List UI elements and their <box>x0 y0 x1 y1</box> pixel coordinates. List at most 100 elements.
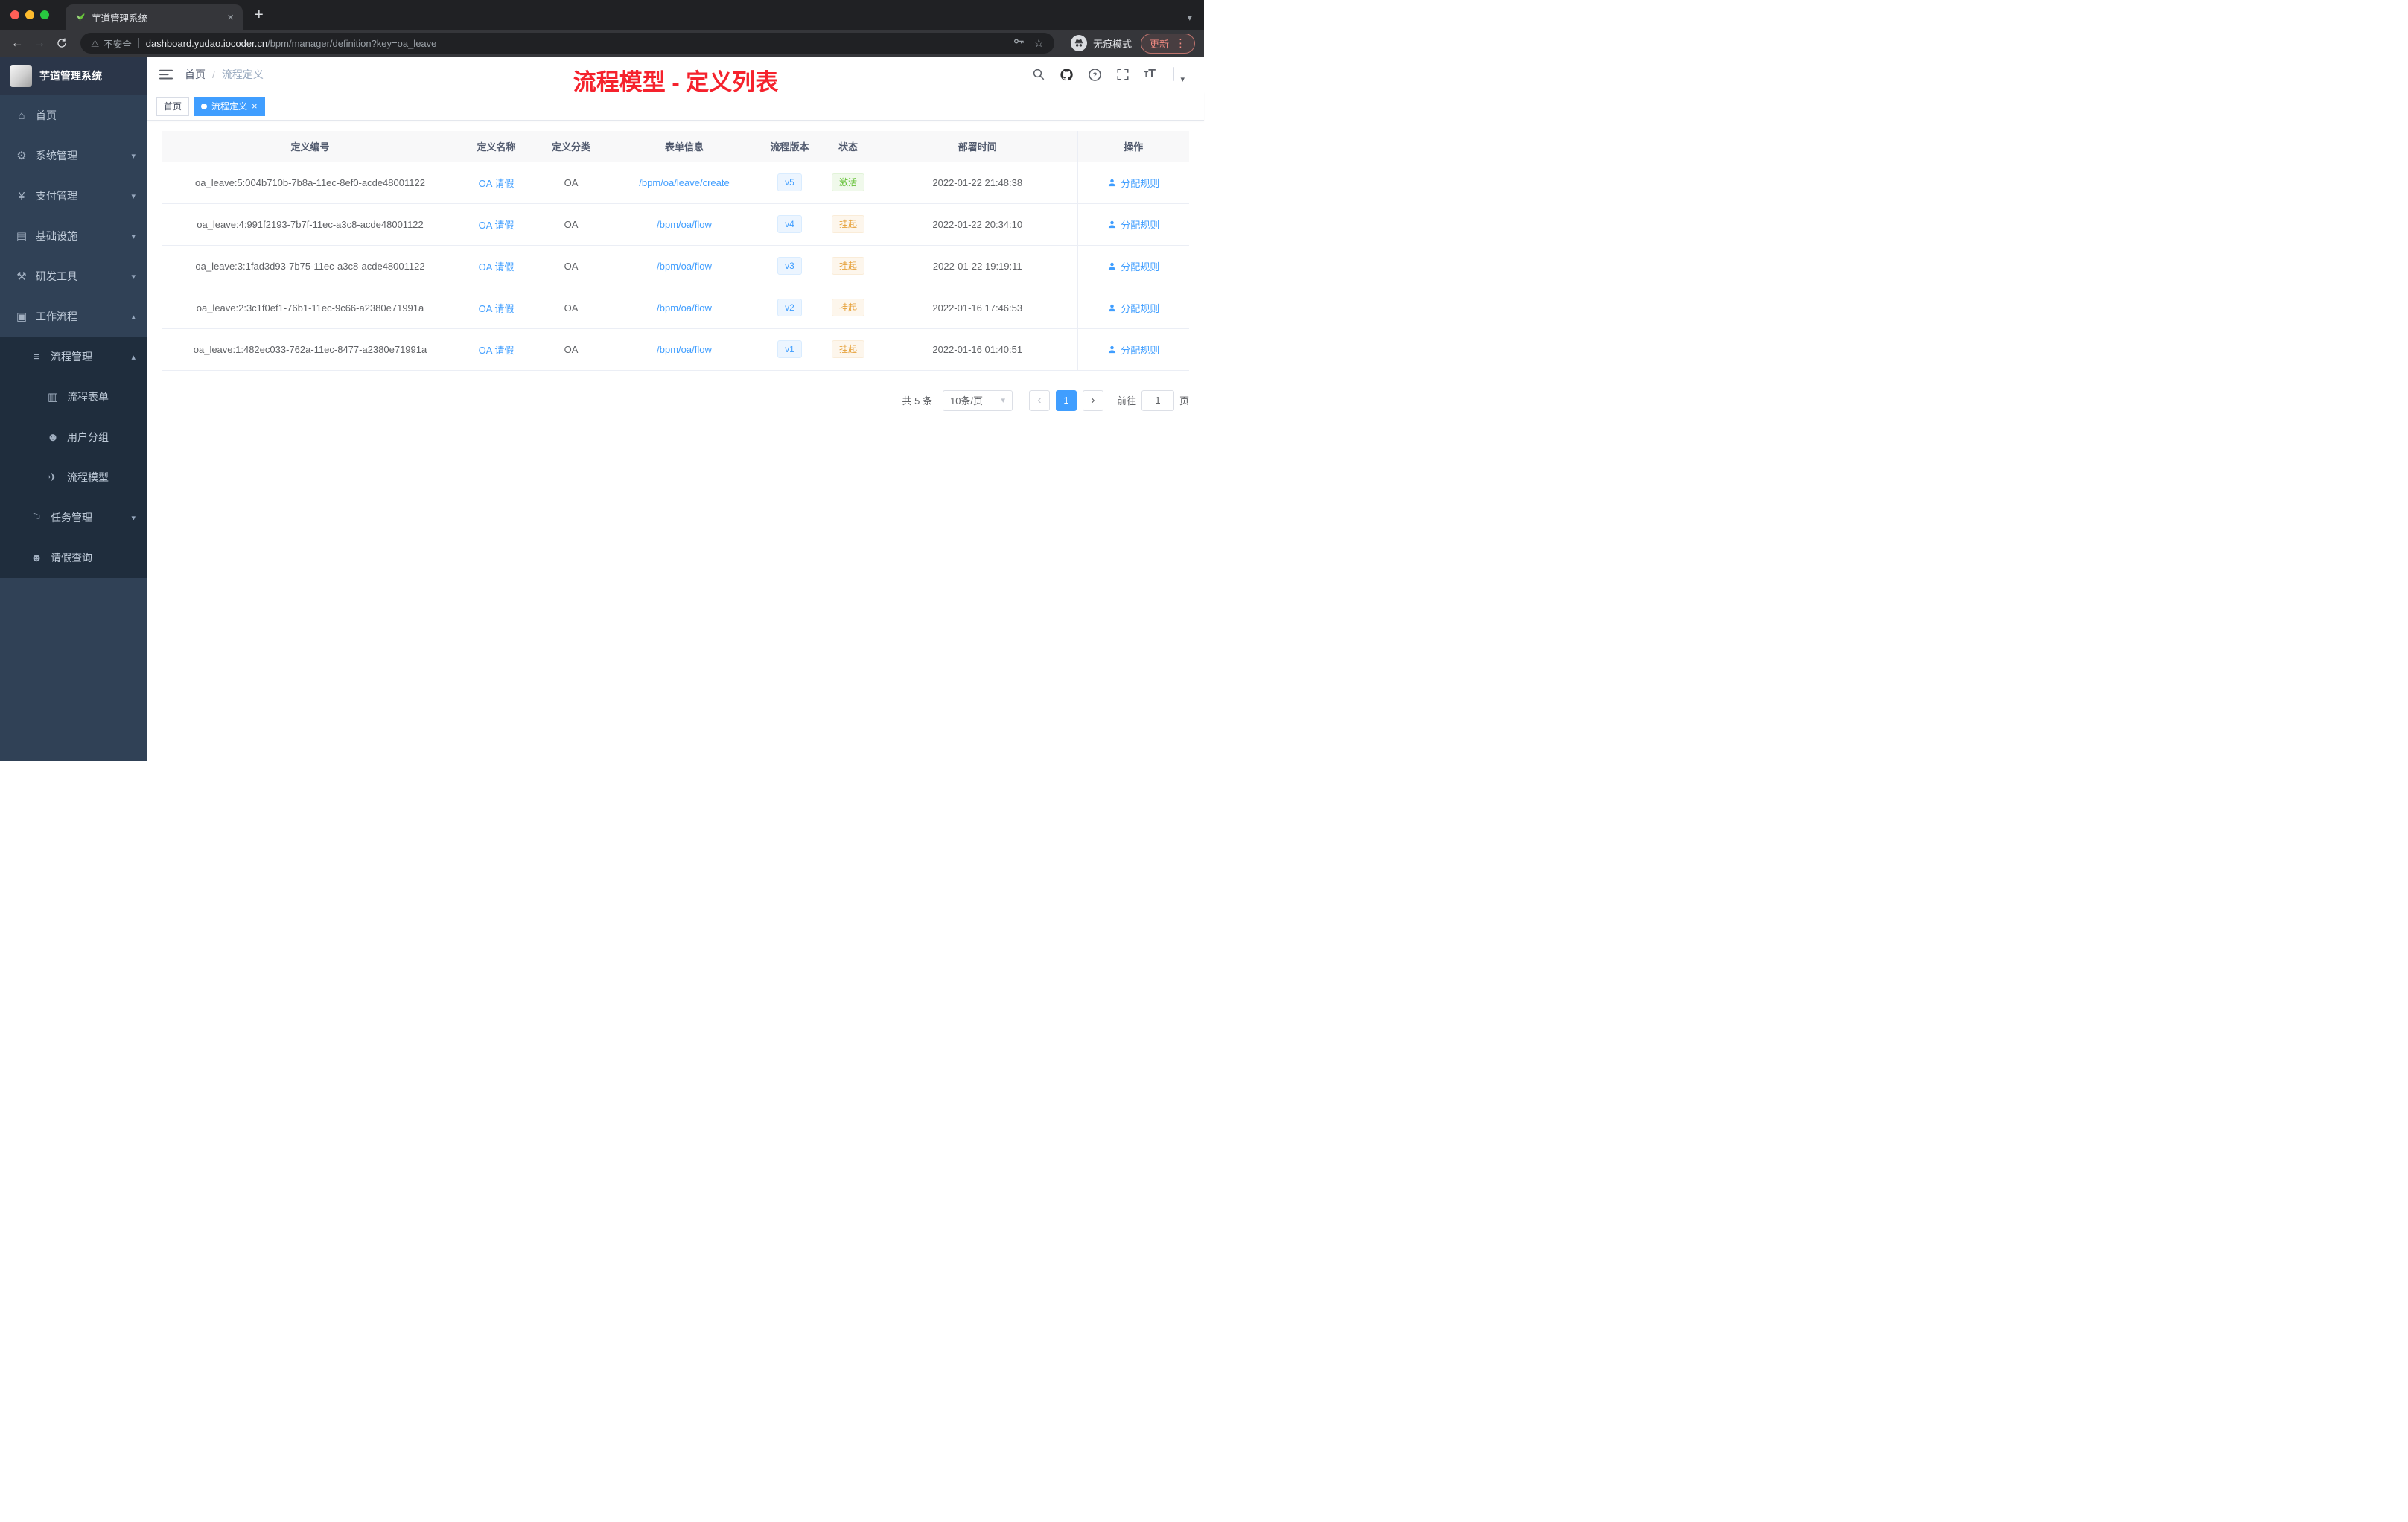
next-page-button[interactable]: › <box>1082 389 1103 411</box>
sidebar-item-workflow[interactable]: ▣ 工作流程 ▴ <box>0 296 147 337</box>
tag-label: 流程定义 <box>211 101 248 112</box>
incognito-icon <box>1070 35 1087 51</box>
sidebar-item-task-management[interactable]: ⚐ 任务管理 ▾ <box>0 497 147 538</box>
col-process-version: 流程版本 <box>761 131 818 162</box>
assign-rule-button[interactable]: 分配规则 <box>1107 176 1159 190</box>
chevron-down-icon: ▾ <box>1001 396 1005 405</box>
assign-rule-button[interactable]: 分配规则 <box>1107 217 1159 232</box>
tab-close-icon[interactable]: × <box>227 12 234 23</box>
users-icon: ☻ <box>47 430 59 444</box>
password-key-icon[interactable] <box>1013 35 1025 51</box>
definition-id: oa_leave:4:991f2193-7b7f-11ec-a3c8-acde4… <box>197 218 424 230</box>
address-bar[interactable]: ⚠ 不安全 dashboard.yudao.iocoder.cn/bpm/man… <box>80 33 1054 54</box>
bookmark-star-icon[interactable]: ☆ <box>1034 36 1044 50</box>
definition-name-link[interactable]: OA 请假 <box>479 303 515 314</box>
new-tab-button[interactable]: + <box>255 7 264 24</box>
home-icon: ⌂ <box>18 109 25 122</box>
page-number-button[interactable]: 1 <box>1055 389 1077 411</box>
form-link[interactable]: /bpm/oa/flow <box>657 261 712 272</box>
sidebar-item-label: 流程管理 <box>51 351 92 363</box>
sidebar-logo[interactable]: 芋道管理系统 <box>0 57 147 95</box>
tag-process-definition[interactable]: 流程定义 × <box>194 96 265 116</box>
sidebar-item-leave-query[interactable]: ☻ 请假查询 <box>0 538 147 578</box>
form-link[interactable]: /bpm/oa/leave/create <box>639 177 729 188</box>
pagination: 共 5 条 10条/页 ▾ ‹ 1 › 前往 页 <box>162 389 1189 411</box>
form-link[interactable]: /bpm/oa/flow <box>657 344 712 355</box>
server-icon: ▤ <box>16 230 28 243</box>
assign-rule-button[interactable]: 分配规则 <box>1107 259 1159 273</box>
sidebar-item-user-group[interactable]: ☻ 用户分组 <box>0 417 147 457</box>
col-definition-name: 定义名称 <box>458 131 535 162</box>
gear-icon: ⚙ <box>16 150 27 162</box>
top-navbar: 首页 / 流程定义 ? TT ▾ <box>147 57 1204 92</box>
assign-rule-button[interactable]: 分配规则 <box>1107 301 1159 315</box>
logo-title: 芋道管理系统 <box>39 70 102 82</box>
definition-name-link[interactable]: OA 请假 <box>479 261 515 273</box>
incognito-label: 无痕模式 <box>1092 38 1132 50</box>
person-icon <box>1109 304 1116 311</box>
forward-button[interactable]: → <box>28 32 51 54</box>
page-size-select[interactable]: 10条/页 ▾ <box>942 389 1013 411</box>
sidebar-menu: ⌂ 首页 ⚙ 系统管理 ▾ ¥ 支付管理 ▾ ▤ 基础设施 ▾ ⚒ 研发工具 ▾ <box>0 95 147 578</box>
tag-close-icon[interactable]: × <box>252 101 258 111</box>
tag-home[interactable]: 首页 <box>156 96 190 116</box>
help-icon[interactable]: ? <box>1088 68 1102 82</box>
sidebar-item-label: 首页 <box>36 109 57 121</box>
font-size-icon[interactable]: TT <box>1144 69 1156 80</box>
sidebar-item-label: 工作流程 <box>36 311 77 322</box>
assign-rule-button[interactable]: 分配规则 <box>1107 343 1159 357</box>
github-icon[interactable] <box>1060 68 1074 82</box>
breadcrumb-home[interactable]: 首页 <box>185 67 206 82</box>
definition-id: oa_leave:5:004b710b-7b8a-11ec-8ef0-acde4… <box>195 176 425 188</box>
browser-tab[interactable]: 芋道管理系统 × <box>66 4 243 30</box>
sidebar-item-process-model[interactable]: ✈ 流程模型 <box>0 457 147 497</box>
version-badge: v1 <box>777 340 802 358</box>
prev-page-button[interactable]: ‹ <box>1028 389 1050 411</box>
search-icon[interactable] <box>1032 68 1045 81</box>
form-link[interactable]: /bpm/oa/flow <box>657 219 712 230</box>
tag-label: 首页 <box>164 101 182 112</box>
goto-page-input[interactable] <box>1141 389 1174 411</box>
status-badge: 挂起 <box>831 257 864 275</box>
reload-button[interactable] <box>51 32 73 54</box>
sidebar: 芋道管理系统 ⌂ 首页 ⚙ 系统管理 ▾ ¥ 支付管理 ▾ ▤ 基础设施 ▾ ⚒… <box>0 57 147 761</box>
sidebar-item-label: 流程表单 <box>67 391 109 403</box>
security-status[interactable]: ⚠ 不安全 <box>91 36 132 51</box>
sidebar-item-infrastructure[interactable]: ▤ 基础设施 ▾ <box>0 216 147 256</box>
window-minimize-button[interactable] <box>25 10 34 19</box>
window-zoom-button[interactable] <box>40 10 49 19</box>
avatar-image <box>1173 67 1174 81</box>
sidebar-collapse-icon[interactable] <box>159 69 173 80</box>
definition-name-link[interactable]: OA 请假 <box>479 178 515 189</box>
sidebar-item-system-management[interactable]: ⚙ 系统管理 ▾ <box>0 136 147 176</box>
sidebar-item-home[interactable]: ⌂ 首页 <box>0 95 147 136</box>
tab-search-caret-icon[interactable]: ▾ <box>1187 12 1192 24</box>
window-close-button[interactable] <box>10 10 19 19</box>
definition-name-link[interactable]: OA 请假 <box>479 220 515 231</box>
sidebar-item-payment-management[interactable]: ¥ 支付管理 ▾ <box>0 176 147 216</box>
definition-id: oa_leave:3:1fad3d93-7b75-11ec-a3c8-acde4… <box>195 260 425 272</box>
paper-plane-icon: ✈ <box>48 471 58 484</box>
form-link[interactable]: /bpm/oa/flow <box>657 302 712 313</box>
definition-id: oa_leave:1:482ec033-762a-11ec-8477-a2380… <box>193 343 427 355</box>
omnibox-divider <box>138 38 139 48</box>
sidebar-item-dev-tools[interactable]: ⚒ 研发工具 ▾ <box>0 256 147 296</box>
goto-page: 前往 页 <box>1117 389 1189 411</box>
fullscreen-icon[interactable] <box>1116 68 1130 81</box>
definition-name-link[interactable]: OA 请假 <box>479 345 515 356</box>
col-status: 状态 <box>818 131 878 162</box>
chevron-down-icon: ▾ <box>131 191 136 201</box>
definition-category: OA <box>564 343 579 355</box>
sidebar-item-process-management[interactable]: ≡ 流程管理 ▴ <box>0 337 147 377</box>
browser-menu-icon[interactable]: ⋮ <box>1175 36 1186 50</box>
browser-update-button[interactable]: 更新 ⋮ <box>1140 33 1195 54</box>
sidebar-item-process-form[interactable]: ▥ 流程表单 <box>0 377 147 417</box>
flag-icon: ⚐ <box>31 512 42 524</box>
user-avatar[interactable]: ▾ <box>1173 67 1185 84</box>
yen-icon: ¥ <box>18 189 25 203</box>
browser-chrome: 芋道管理系统 × + ▾ ← → ⚠ 不安全 dashboard.yudao.i… <box>0 0 1204 57</box>
url-text[interactable]: dashboard.yudao.iocoder.cn/bpm/manager/d… <box>146 38 1006 49</box>
back-button[interactable]: ← <box>6 32 28 54</box>
chevron-down-icon: ▾ <box>131 272 136 281</box>
definition-category: OA <box>564 176 579 188</box>
